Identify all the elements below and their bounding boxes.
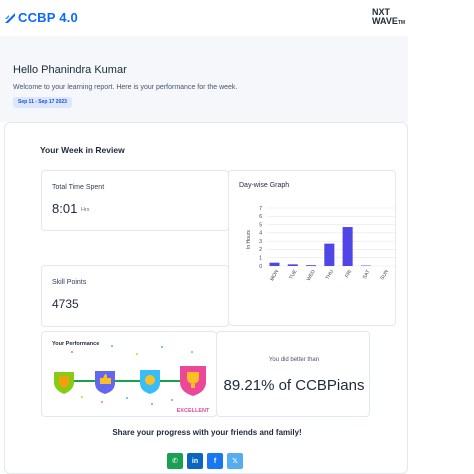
confetti-decoration xyxy=(71,345,193,405)
date-range-badge: Sep 11 - Sep 17 2023 xyxy=(13,97,72,108)
bar-fri xyxy=(342,227,353,266)
x-tick-label: WED xyxy=(306,269,317,282)
whatsapp-icon: ✆ xyxy=(172,458,178,465)
greeting-heading: Hello Phanindra Kumar xyxy=(13,64,127,76)
day-wise-bar-chart: In Hours 0 1 2 3 4 5 6 7 MON TUE WED THU FRI SAT SUN xyxy=(246,206,395,282)
x-tick-label: MON xyxy=(269,269,280,282)
hero-section: Hello Phanindra Kumar Welcome to your le… xyxy=(0,36,408,122)
x-tick-label: TUE xyxy=(288,268,299,280)
trophy-badge-icon xyxy=(180,366,206,396)
bar-wed xyxy=(306,265,317,266)
nxtwave-logo-line2: WAVE xyxy=(372,16,398,26)
time-spent-unit: Hrs xyxy=(81,207,90,213)
bar-tue xyxy=(287,264,298,266)
y-tick-label: 0 xyxy=(259,264,262,270)
bar-thu xyxy=(324,243,335,266)
x-tick-label: FRI xyxy=(344,269,353,279)
x-tick-label: THU xyxy=(325,269,336,281)
y-tick-label: 3 xyxy=(259,239,262,245)
learning-report-page: CCBP 4.0 NXT WAVETM Hello Phanindra Kuma… xyxy=(0,0,408,474)
comparison-label: You did better than xyxy=(268,357,320,363)
y-tick-label: 7 xyxy=(259,206,262,212)
ccbp-logo-icon xyxy=(5,12,15,23)
day-wise-graph-card: Day-wise Graph In Hours 0 1 2 3 4 5 6 7 MON TUE WED… xyxy=(228,170,396,326)
time-spent-card: Total Time Spent 8:01 Hrs xyxy=(41,170,229,231)
week-review-title: Your Week in Review xyxy=(40,145,125,155)
y-tick-label: 4 xyxy=(259,231,262,237)
comparison-value: 89.21% of CCBPians xyxy=(223,377,365,394)
share-prompt: Share your progress with your friends an… xyxy=(112,428,302,437)
time-spent-value: 8:01 xyxy=(52,201,78,216)
performance-card: Your Performance EXCELLENT xyxy=(41,331,217,417)
performance-level-label: EXCELLENT xyxy=(177,408,210,414)
linkedin-share-button[interactable]: in xyxy=(187,453,203,469)
y-tick-label: 2 xyxy=(259,247,262,253)
y-tick-label: 5 xyxy=(259,222,262,228)
facebook-share-button[interactable]: f xyxy=(207,453,223,469)
ccbp-logo-text: CCBP 4.0 xyxy=(18,10,78,25)
time-spent-label: Total Time Spent xyxy=(52,184,105,191)
y-tick-label: 6 xyxy=(259,214,262,220)
skill-points-card: Skill Points 4735 xyxy=(41,265,229,327)
y-axis-label: In Hours xyxy=(246,230,252,249)
shield-badge-icon xyxy=(54,372,74,394)
thumbs-up-badge-icon xyxy=(95,371,115,394)
whatsapp-share-button[interactable]: ✆ xyxy=(167,453,183,469)
weekly-report-card: Your Week in Review Total Time Spent 8:0… xyxy=(4,122,408,474)
ccbp-logo: CCBP 4.0 xyxy=(4,10,78,25)
x-tick-label: SAT xyxy=(362,269,372,280)
bar-mon xyxy=(269,262,280,266)
comparison-card: You did better than 89.21% of CCBPians xyxy=(216,331,370,417)
report-subtitle: Welcome to your learning report. Here is… xyxy=(13,84,238,91)
twitter-icon: 𝕏 xyxy=(232,458,238,465)
nxtwave-logo: NXT WAVETM xyxy=(372,8,408,28)
performance-level-track: EXCELLENT xyxy=(54,345,210,414)
x-tick-label: SUN xyxy=(379,269,390,281)
top-bar: CCBP 4.0 NXT WAVETM xyxy=(0,0,408,36)
skill-points-label: Skill Points xyxy=(52,279,87,286)
twitter-share-button[interactable]: 𝕏 xyxy=(227,453,243,469)
linkedin-icon: in xyxy=(191,457,199,465)
facebook-icon: f xyxy=(213,457,217,465)
nxtwave-logo-tm: TM xyxy=(397,20,406,26)
share-buttons: ✆ in f 𝕏 xyxy=(167,453,243,469)
medal-badge-icon xyxy=(140,370,160,394)
skill-points-value: 4735 xyxy=(52,297,79,311)
y-tick-label: 1 xyxy=(259,256,262,262)
